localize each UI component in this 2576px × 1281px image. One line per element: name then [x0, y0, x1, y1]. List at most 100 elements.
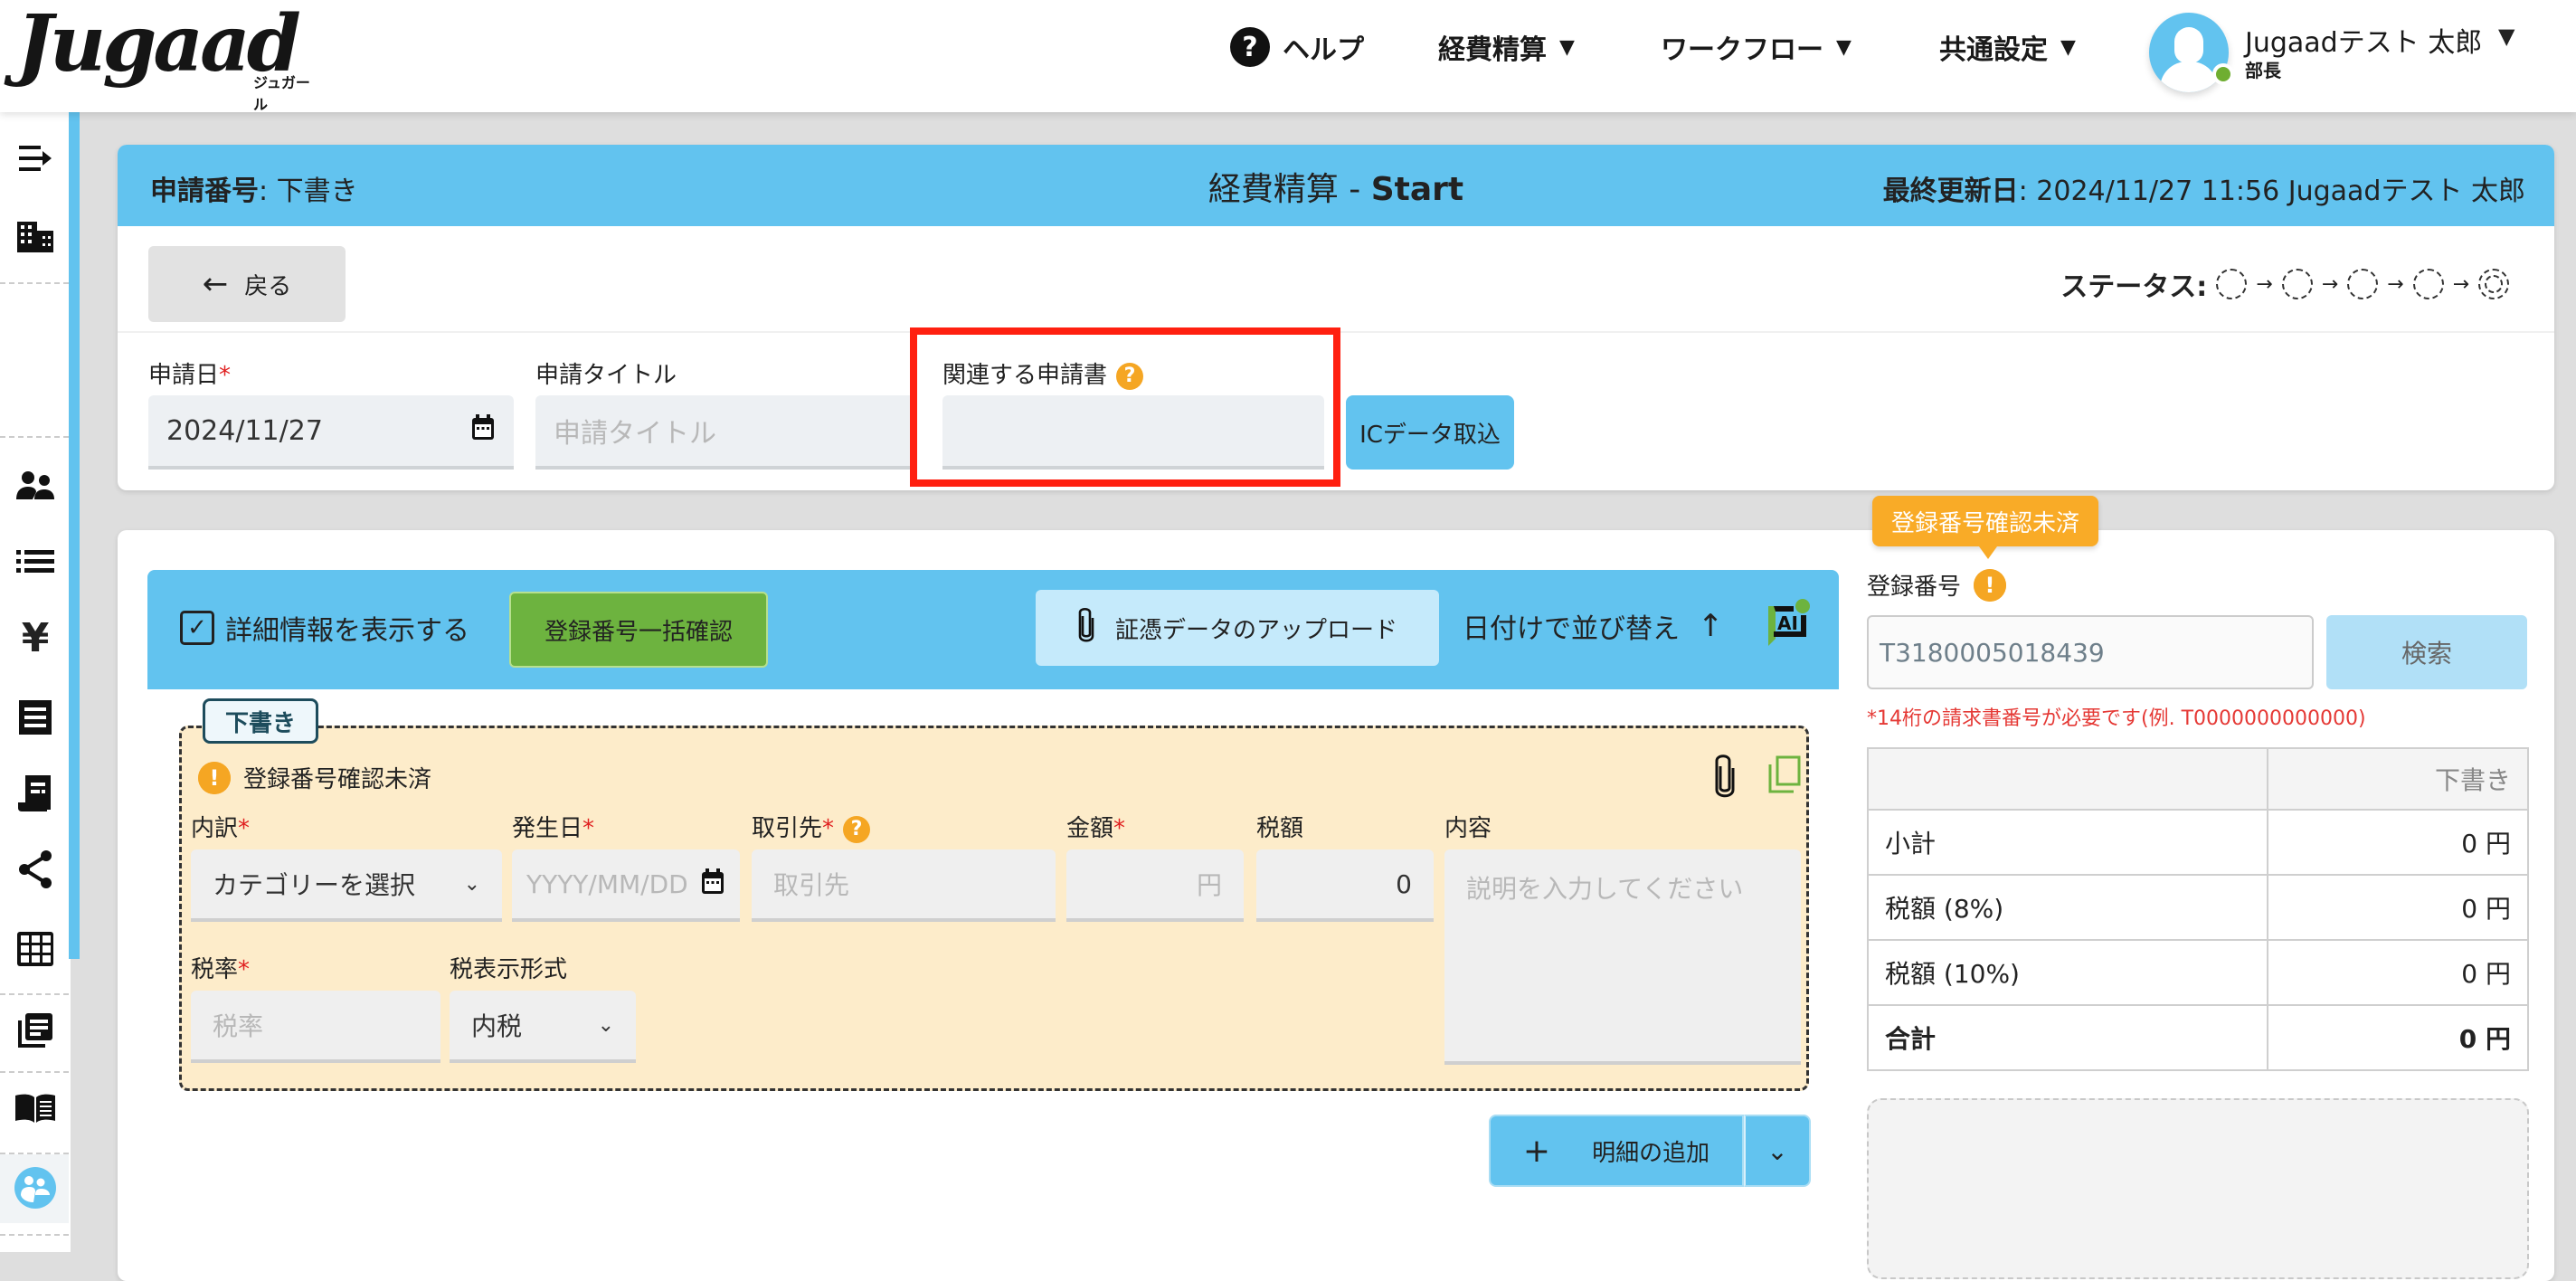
upload-evidence-button[interactable]: 証憑データのアップロード [1036, 590, 1439, 666]
occurrence-date-label-text: 発生日 [512, 815, 583, 842]
registration-number-label-text: 登録番号 [1867, 574, 1962, 601]
share-icon[interactable] [13, 847, 58, 892]
registration-number-input[interactable]: T3180005018439 [1867, 615, 2314, 689]
sort-by-date-button[interactable]: 日付けで並び替え ↑ [1463, 606, 1724, 646]
registration-search-button[interactable]: 検索 [2326, 615, 2527, 689]
user-name[interactable]: Jugaadテスト 太郎 [2245, 20, 2482, 60]
category-select[interactable]: カテゴリーを選択 ⌄ [191, 849, 502, 922]
tax-rate-label: 税率* [191, 951, 250, 984]
avatar-body-shape [2160, 62, 2218, 92]
required-mark: * [1113, 815, 1126, 842]
summary-header-column: 下書き [2266, 747, 2530, 811]
help-question-icon[interactable]: ? [843, 815, 871, 843]
required-mark: * [219, 362, 232, 389]
vendor-input[interactable]: 取引先 [752, 849, 1056, 922]
add-line-item-button[interactable]: + 明細の追加 [1489, 1115, 1744, 1187]
arrow-right-icon: → [2321, 272, 2339, 296]
category-select-value: カテゴリーを選択 [213, 870, 416, 900]
receipt-icon[interactable] [13, 695, 58, 740]
copy-icon[interactable] [1766, 755, 1803, 795]
yen-icon[interactable]: ¥ [13, 615, 58, 661]
logo-kana: ジュガール [253, 74, 310, 113]
registration-hint: *14桁の請求書番号が必要です(例. T0000000000000) [1867, 707, 2366, 730]
card-title-bar: 申請番号: 下書き 経費精算 - Start 最終更新日: 2024/11/27… [118, 145, 2554, 226]
documents-icon[interactable] [13, 1008, 58, 1053]
category-label-text: 内訳 [191, 815, 239, 842]
content-textarea[interactable]: 説明を入力してください [1444, 849, 1801, 1065]
apply-title-placeholder: 申請タイトル [554, 418, 716, 450]
apply-title-label: 申請タイトル [535, 362, 677, 389]
back-button[interactable]: ← 戻る [148, 246, 346, 322]
logo[interactable]: Jugaad ジュガール [16, 0, 324, 113]
registration-warning-text: 登録番号確認未済 [243, 766, 432, 793]
checkbox-checked-icon: ✓ [180, 611, 214, 645]
ai-assistant-button[interactable]: AI [1761, 597, 1815, 651]
required-mark: * [238, 815, 251, 842]
amount-label-text: 金額 [1066, 815, 1114, 842]
status-step-icon [2347, 269, 2379, 299]
summary-row-value: 0 円 [2266, 809, 2530, 876]
sidebar-divider [0, 436, 69, 438]
sidebar-scrollbar[interactable] [69, 112, 80, 959]
show-details-label: 詳細情報を表示する [225, 615, 469, 647]
nav-expense[interactable]: 経費精算 ▼ [1438, 25, 1575, 69]
warning-badge-icon[interactable]: ! [1974, 568, 2007, 602]
file-drop-zone[interactable] [1867, 1098, 2529, 1279]
nav-help[interactable]: ? ヘルプ [1230, 25, 1364, 69]
nav-common-settings[interactable]: 共通設定 ▼ [1939, 25, 2076, 69]
sidebar-divider [0, 1071, 69, 1073]
tax-display-value: 内税 [471, 1011, 523, 1041]
calendar-icon[interactable] [470, 413, 496, 449]
occurrence-date-input[interactable]: YYYY/MM/DD [512, 849, 740, 922]
ai-icon: AI [1768, 599, 1810, 646]
summary-row: 税額 (8%) 0 円 [1867, 874, 2530, 941]
tax-amount-input[interactable]: 0 [1256, 849, 1434, 922]
required-mark: * [822, 815, 835, 842]
status-final-inner [2485, 275, 2503, 293]
summary-row: 小計 0 円 [1867, 809, 2530, 876]
vendor-label: 取引先*? [752, 810, 871, 843]
help-icon: ? [1230, 27, 1270, 67]
apply-date-value: 2024/11/27 [166, 414, 323, 447]
attach-paperclip-icon[interactable] [1712, 754, 1748, 799]
show-details-checkbox[interactable]: ✓ 詳細情報を表示する [180, 608, 469, 648]
summary-header-row: 下書き [1867, 747, 2530, 811]
amount-input[interactable]: 円 [1066, 849, 1244, 922]
summary-row-label: 小計 [1867, 809, 2268, 876]
arrow-up-icon: ↑ [1698, 608, 1724, 644]
occurrence-date-label: 発生日* [512, 810, 594, 843]
vendor-placeholder: 取引先 [773, 870, 850, 900]
avatar-head-shape [2174, 27, 2203, 63]
list-icon[interactable] [13, 539, 58, 584]
sidebar-divider [0, 282, 69, 284]
occurrence-date-placeholder: YYYY/MM/DD [526, 868, 688, 899]
apply-date-input[interactable]: 2024/11/27 [148, 395, 514, 470]
community-icon[interactable] [13, 1165, 58, 1210]
tax-amount-value: 0 [1396, 868, 1412, 899]
content-placeholder: 説明を入力してください [1466, 874, 1744, 904]
registration-number-label: 登録番号 ! [1867, 568, 2007, 602]
manual-book-icon[interactable] [13, 1086, 58, 1131]
vendor-label-text: 取引先 [752, 815, 823, 842]
ic-data-import-button[interactable]: ICデータ取込 [1346, 395, 1514, 470]
nav-workflow[interactable]: ワークフロー ▼ [1661, 25, 1852, 69]
calendar-icon[interactable] [700, 867, 725, 902]
apply-title-input[interactable]: 申請タイトル [535, 395, 915, 470]
warning-badge-icon: ! [198, 761, 231, 794]
building-icon[interactable] [13, 214, 58, 259]
back-button-label: 戻る [244, 272, 292, 300]
bulk-registration-check-button[interactable]: 登録番号一括確認 [509, 592, 768, 668]
people-icon[interactable] [13, 463, 58, 508]
tax-amount-label: 税額 [1256, 815, 1304, 842]
invoice-icon[interactable] [13, 771, 58, 816]
grid-icon[interactable] [13, 926, 58, 972]
arrow-right-icon: → [2387, 272, 2404, 296]
top-header: Jugaad ジュガール ? ヘルプ 経費精算 ▼ ワークフロー ▼ 共通設定 … [0, 0, 2576, 113]
add-line-item-menu-button[interactable]: ⌄ [1744, 1115, 1811, 1187]
arrow-left-icon: ← [202, 266, 229, 302]
tax-display-select[interactable]: 内税 ⌄ [450, 991, 636, 1063]
nav-expense-label: 経費精算 [1438, 34, 1547, 66]
menu-expand-icon[interactable] [13, 136, 58, 181]
tax-rate-input[interactable]: 税率 [191, 991, 440, 1063]
user-menu-caret-icon[interactable]: ▼ [2498, 24, 2514, 49]
